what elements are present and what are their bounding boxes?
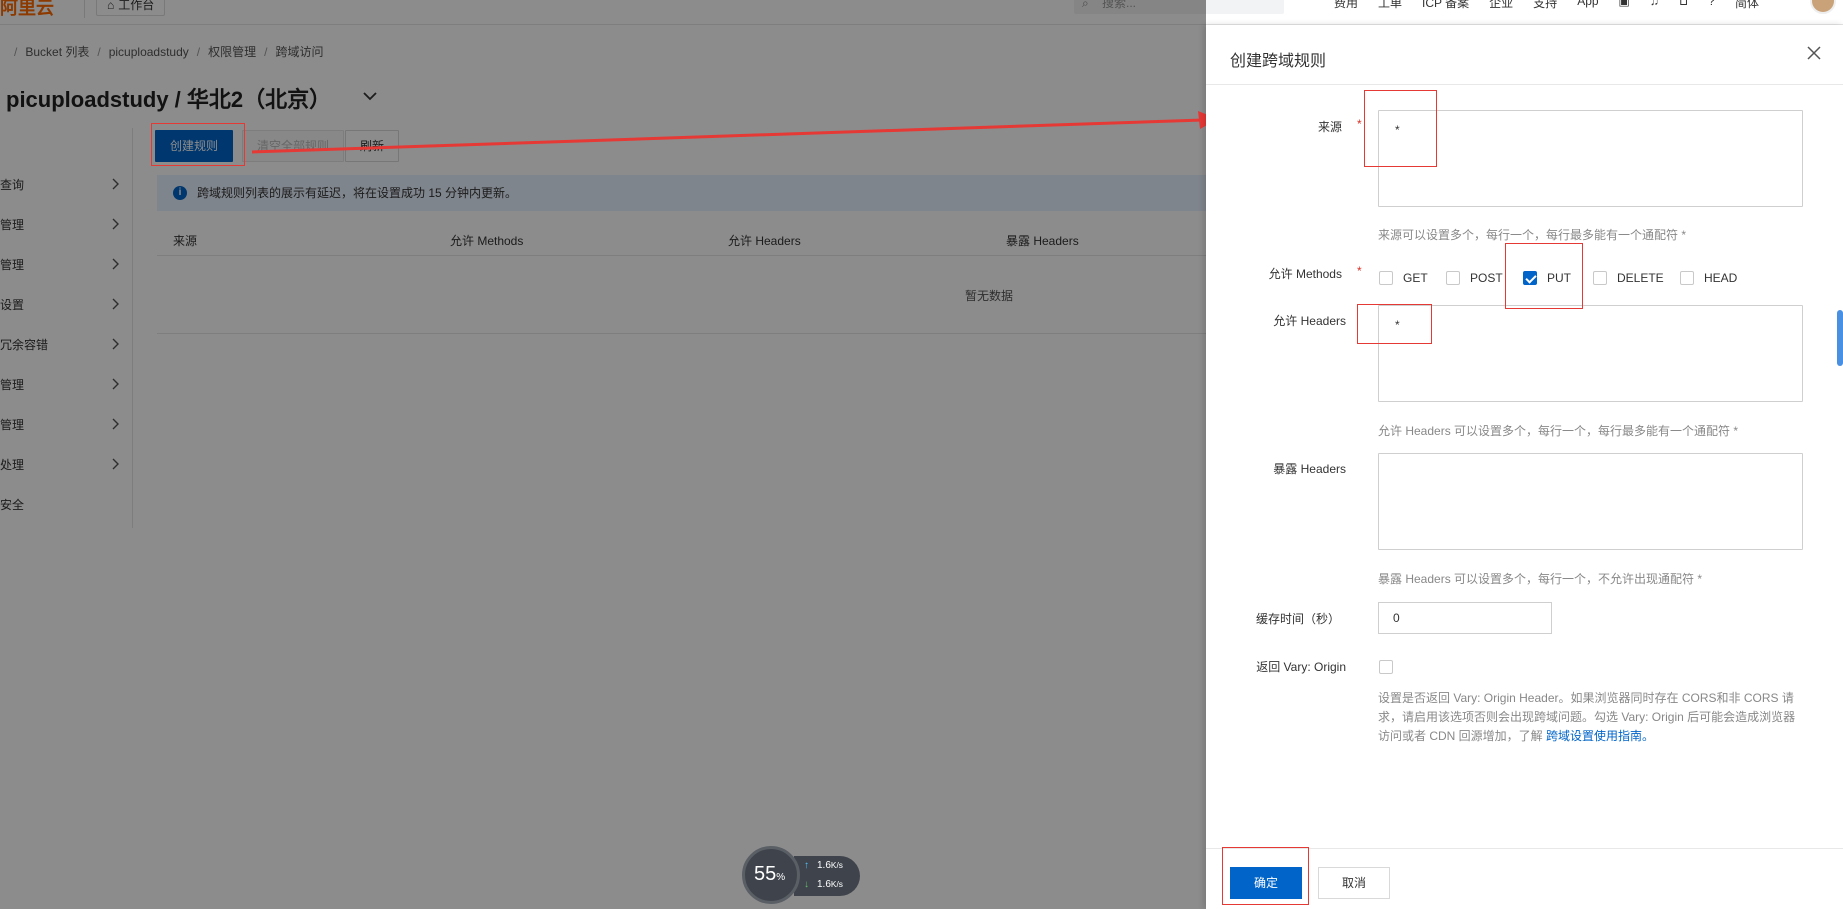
topnav-enterprise[interactable]: 企业: [1489, 0, 1513, 11]
method-delete-checkbox[interactable]: DELETE: [1593, 270, 1664, 286]
annotation-box-create: [151, 123, 245, 166]
method-get-checkbox[interactable]: GET: [1379, 270, 1428, 286]
method-post-checkbox[interactable]: POST: [1446, 270, 1503, 286]
create-cors-rule-drawer: 创建跨域规则 来源 * * 来源可以设置多个，每行一个，每行最多能有一个通配符 …: [1206, 25, 1843, 909]
annotation-box-put: [1505, 243, 1583, 309]
vary-description: 设置是否返回 Vary: Origin Header。如果浏览器同时存在 COR…: [1378, 691, 1796, 743]
origin-hint: 来源可以设置多个，每行一个，每行最多能有一个通配符 *: [1378, 228, 1687, 242]
annotation-box-ok: [1222, 847, 1309, 905]
topnav-app[interactable]: App: [1577, 0, 1598, 11]
allow-headers-label: 允许 Headers: [1273, 314, 1346, 328]
methods-label: 允许 Methods: [1268, 267, 1342, 281]
vary-label: 返回 Vary: Origin: [1256, 660, 1346, 674]
scrollbar-thumb[interactable]: [1837, 310, 1843, 366]
cart-icon[interactable]: ⊔: [1679, 0, 1688, 11]
annotation-arrow: [251, 111, 1218, 154]
method-head-checkbox[interactable]: HEAD: [1680, 270, 1737, 286]
top-nav: 费用 工单 ICP 备案 企业 支持 App ▣ ♫ ⊔ ? 简体: [1334, 0, 1779, 11]
close-icon[interactable]: [1806, 45, 1822, 61]
annotation-box-headers: [1357, 304, 1432, 344]
checkbox-box: [1379, 270, 1393, 285]
avatar[interactable]: [1810, 0, 1836, 14]
arrow-up-icon: ↑: [804, 860, 809, 871]
required-mark: *: [1357, 117, 1362, 131]
checkbox-box: [1446, 270, 1460, 285]
topnav-fees[interactable]: 费用: [1334, 0, 1358, 11]
cache-label: 缓存时间（秒）: [1255, 612, 1340, 626]
allow-headers-textarea[interactable]: *: [1378, 305, 1803, 402]
cache-time-input[interactable]: 0: [1378, 602, 1552, 634]
expose-headers-label: 暴露 Headers: [1273, 462, 1346, 476]
expose-headers-textarea[interactable]: [1378, 453, 1803, 550]
checkbox-box: [1680, 270, 1694, 285]
topnav-icp[interactable]: ICP 备案: [1422, 0, 1469, 11]
help-icon[interactable]: ?: [1708, 0, 1715, 11]
expose-headers-hint: 暴露 Headers 可以设置多个，每行一个，不允许出现通配符 *: [1378, 572, 1703, 586]
checkbox-box: [1593, 270, 1607, 285]
vary-origin-checkbox[interactable]: [1379, 660, 1393, 674]
download-speed: ↓ 1.6K/s: [804, 879, 843, 890]
bell-icon[interactable]: ♫: [1650, 0, 1659, 11]
image-icon[interactable]: ▣: [1619, 0, 1630, 11]
usage-percent: 55%: [754, 863, 786, 885]
arrow-down-icon: ↓: [804, 879, 809, 890]
cors-guide-link[interactable]: 跨域设置使用指南。: [1546, 729, 1654, 743]
language-switch[interactable]: 简体: [1735, 0, 1759, 11]
topnav-support[interactable]: 支持: [1533, 0, 1557, 11]
upload-speed: ↑ 1.6K/s: [804, 860, 843, 871]
network-speed-widget[interactable]: 55% ↑ 1.6K/s ↓ 1.6K/s: [742, 846, 862, 906]
origin-label: 来源: [1317, 120, 1342, 134]
drawer-title: 创建跨域规则: [1230, 53, 1327, 70]
allow-headers-hint: 允许 Headers 可以设置多个，每行一个，每行最多能有一个通配符 *: [1378, 424, 1739, 438]
drawer-header: 创建跨域规则: [1206, 25, 1843, 85]
required-mark: *: [1357, 264, 1362, 278]
topnav-tickets[interactable]: 工单: [1378, 0, 1402, 11]
annotation-box-origin: [1364, 90, 1437, 167]
origin-textarea[interactable]: *: [1378, 110, 1803, 207]
cancel-button[interactable]: 取消: [1318, 867, 1390, 899]
